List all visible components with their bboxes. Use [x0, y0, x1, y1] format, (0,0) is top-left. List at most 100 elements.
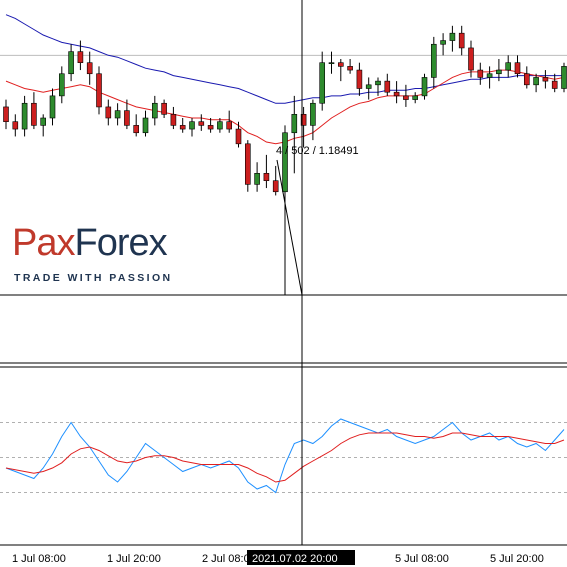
brand-name: PaxForex: [12, 222, 168, 265]
candle-body: [514, 62, 521, 75]
candle: [319, 51, 326, 111]
candle-body: [86, 62, 93, 75]
candle-body: [319, 62, 326, 104]
candle-body: [152, 102, 158, 119]
candle: [21, 95, 28, 137]
candle: [365, 77, 372, 100]
candle: [561, 62, 567, 93]
candle-body: [551, 80, 558, 89]
candle: [68, 44, 74, 82]
candle: [551, 73, 558, 93]
candle-body: [170, 114, 177, 126]
candle: [58, 66, 65, 104]
oscillator-pane[interactable]: [0, 418, 567, 494]
candle-body: [458, 32, 465, 49]
candle-body: [40, 117, 47, 126]
candle: [235, 121, 242, 148]
candle-body: [96, 73, 102, 108]
candle: [31, 92, 37, 130]
candle: [263, 154, 270, 189]
candle-body: [254, 173, 260, 185]
candle-body: [133, 125, 139, 134]
candle-body: [31, 102, 37, 126]
candle-body: [21, 102, 28, 130]
candle: [105, 99, 112, 126]
candle-body: [310, 102, 316, 126]
candle: [170, 106, 177, 130]
candle: [226, 110, 232, 133]
candle: [245, 140, 251, 192]
paxforex-logo: PaxForex TRADE WITH PASSION: [12, 222, 192, 292]
candle-body: [105, 106, 112, 119]
candle: [477, 62, 484, 85]
candle-body: [235, 128, 242, 145]
candle-body: [263, 173, 270, 181]
candle: [337, 59, 344, 82]
candle: [96, 66, 102, 115]
crosshair-tooltip: 4 / 502 / 1.18491: [276, 145, 359, 157]
candle-body: [393, 91, 400, 97]
candle: [505, 55, 512, 78]
candle: [393, 81, 400, 104]
candle-body: [542, 77, 549, 82]
candle: [12, 114, 19, 137]
crosshair-time-label: 2021.07.02 20:00: [252, 553, 338, 565]
candle-body: [189, 121, 195, 130]
candle-body: [198, 121, 205, 126]
brand-name-part2: Forex: [74, 222, 167, 264]
brand-tagline: TRADE WITH PASSION: [14, 272, 173, 284]
candle: [189, 118, 195, 137]
candle: [198, 114, 205, 131]
measure-line: [276, 159, 303, 296]
candle-body: [384, 80, 391, 93]
candle-body: [291, 114, 298, 134]
candle: [430, 36, 437, 89]
candle: [179, 118, 186, 133]
candle: [347, 59, 353, 74]
candle-body: [365, 84, 372, 89]
candle: [440, 33, 446, 56]
candle-body: [207, 125, 214, 130]
candle-body: [375, 80, 381, 86]
candle-body: [505, 62, 512, 71]
candle-body: [217, 121, 223, 130]
x-tick-label: 1 Jul 20:00: [107, 553, 161, 565]
candle: [254, 162, 260, 192]
candle-body: [468, 47, 474, 71]
candle: [533, 73, 539, 93]
candle-body: [412, 95, 419, 100]
candle: [142, 110, 149, 137]
candle-body: [356, 69, 363, 89]
candle: [291, 95, 298, 174]
x-tick-label: 5 Jul 08:00: [395, 553, 449, 565]
candle: [486, 66, 493, 89]
x-tick-label: 1 Jul 08:00: [12, 553, 66, 565]
candle: [86, 51, 93, 85]
candle: [161, 99, 167, 118]
candle-body: [533, 77, 539, 86]
candle: [458, 25, 465, 56]
candle-body: [58, 73, 65, 97]
oscillator-main-line: [5, 418, 565, 494]
candle: [40, 114, 47, 137]
candle: [421, 73, 428, 100]
candle-body: [77, 51, 84, 63]
candle: [542, 70, 549, 89]
candle-body: [68, 51, 74, 75]
candle-body: [449, 32, 456, 41]
candle-body: [477, 69, 484, 78]
candle-body: [523, 73, 530, 86]
candle-body: [226, 121, 232, 130]
candle-body: [272, 180, 279, 193]
candle-body: [282, 132, 288, 193]
candle-body: [179, 125, 186, 130]
candle-body: [245, 143, 251, 185]
candle: [3, 99, 9, 130]
candle: [152, 95, 158, 126]
candle-body: [124, 110, 130, 126]
candle-body: [347, 66, 353, 71]
candle: [49, 88, 56, 126]
candle-body: [142, 117, 149, 134]
candle-body: [161, 102, 167, 115]
brand-name-part1: Pax: [12, 222, 75, 264]
